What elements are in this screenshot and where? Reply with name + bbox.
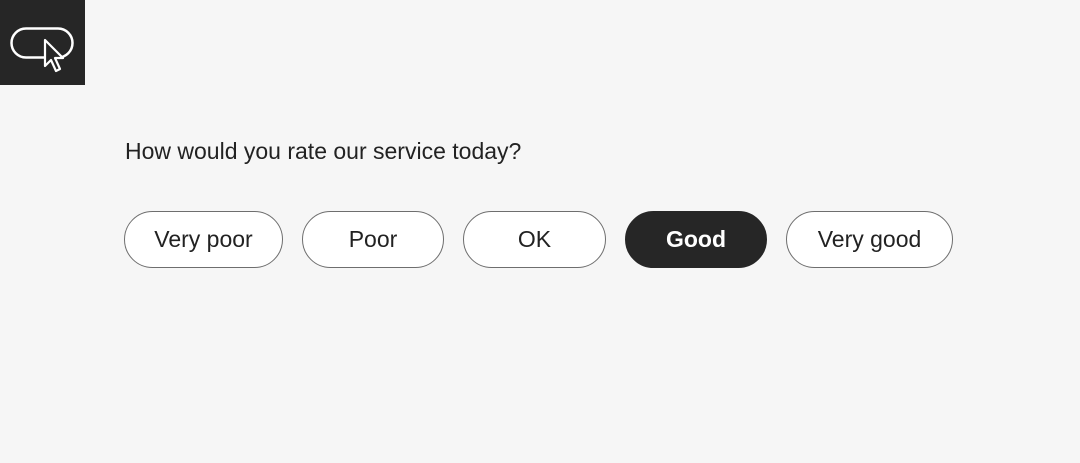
question-text: How would you rate our service today? <box>125 138 522 164</box>
rating-option-good[interactable]: Good <box>625 211 767 268</box>
rating-option-poor[interactable]: Poor <box>302 211 444 268</box>
rating-option-ok[interactable]: OK <box>463 211 606 268</box>
logo <box>0 0 85 85</box>
rating-option-very-poor[interactable]: Very poor <box>124 211 283 268</box>
button-cursor-icon <box>10 27 74 73</box>
rating-option-very-good[interactable]: Very good <box>786 211 953 268</box>
